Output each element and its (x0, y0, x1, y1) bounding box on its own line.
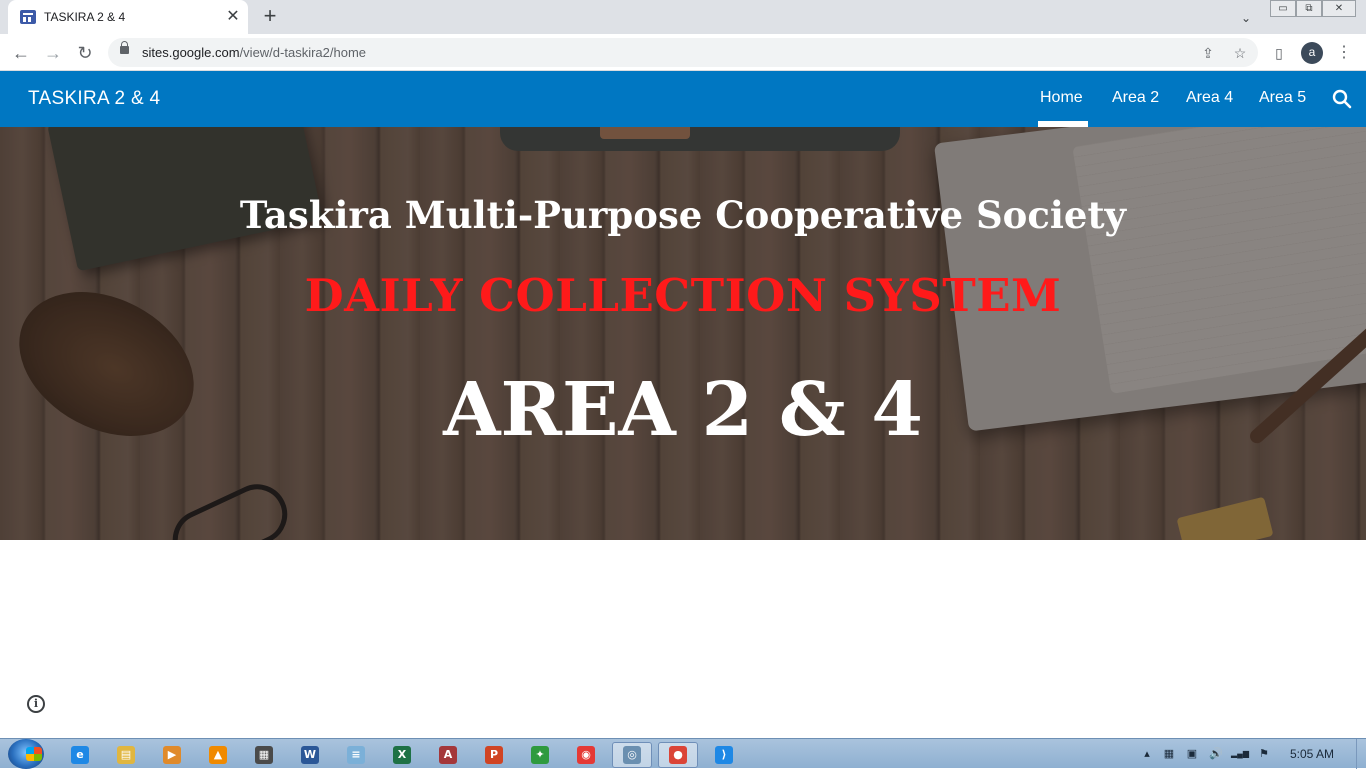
start-button[interactable] (8, 739, 44, 769)
windows-taskbar: e ▤ ▶ ▲ ▦ W ≡ X A P ✦ ◉ ◎ ● ⟩ ▴ ▦ ▣ 🔊 ▂▄▆ ⚑ 5:05 AM (0, 738, 1366, 769)
network-signal-icon[interactable]: ▂▄▆ (1230, 747, 1250, 761)
taskbar-app-internet-explorer[interactable]: e (60, 742, 100, 768)
nav-area-5[interactable]: Area 5 (1259, 89, 1306, 107)
info-icon[interactable]: i (27, 695, 45, 713)
show-desktop-button[interactable] (1356, 739, 1366, 769)
file-explorer-icon: ▤ (117, 746, 135, 764)
taskbar-app-word[interactable]: W (290, 742, 330, 768)
profile-avatar[interactable]: a (1301, 42, 1323, 64)
site-title[interactable]: TASKIRA 2 & 4 (28, 88, 160, 110)
security-tray-icon[interactable]: ▣ (1184, 747, 1200, 761)
keyboard-tray-icon[interactable]: ▦ (1161, 747, 1177, 761)
taskbar-app-network-app[interactable]: ◎ (612, 742, 652, 768)
site-header: TASKIRA 2 & 4 Home Area 2 Area 4 Area 5 (0, 71, 1366, 127)
taskbar-app-vscode[interactable]: ⟩ (704, 742, 744, 768)
organization-heading: Taskira Multi-Purpose Cooperative Societ… (239, 193, 1127, 237)
taskbar-app-notepad[interactable]: ≡ (336, 742, 376, 768)
taskbar-app-vlc[interactable]: ▲ (198, 742, 238, 768)
word-icon: W (301, 746, 319, 764)
media-player-icon: ▶ (163, 746, 181, 764)
nav-area-4[interactable]: Area 4 (1186, 89, 1233, 107)
nav-area-2[interactable]: Area 2 (1112, 89, 1159, 107)
access-icon: A (439, 746, 457, 764)
lock-icon[interactable] (120, 41, 129, 54)
action-center-flag-icon[interactable]: ⚑ (1256, 747, 1272, 761)
notepad-icon: ≡ (347, 746, 365, 764)
chrome-menu-icon[interactable]: ⋮ (1333, 42, 1355, 64)
url-path: /view/d-taskira2/home (239, 45, 367, 60)
taskbar-app-cleanup-tool[interactable]: ✦ (520, 742, 560, 768)
taskbar-app-access[interactable]: A (428, 742, 468, 768)
volume-icon[interactable]: 🔊 (1208, 747, 1224, 761)
tab-search-chevron-icon[interactable]: ⌄ (1236, 8, 1256, 28)
restore-button[interactable]: ⧉ (1296, 0, 1322, 17)
tab-title: TASKIRA 2 & 4 (44, 10, 126, 24)
hero-banner: Taskira Multi-Purpose Cooperative Societ… (0, 127, 1366, 540)
url-host: sites.google.com (142, 45, 240, 60)
area-heading: AREA 2 & 4 (443, 367, 923, 453)
nav-home[interactable]: Home (1040, 89, 1083, 107)
minimize-button[interactable]: ▭ (1270, 0, 1296, 17)
url-text[interactable]: sites.google.com/view/d-taskira2/home (142, 45, 366, 60)
side-panel-icon[interactable]: ▯ (1268, 42, 1290, 64)
taskbar-app-film-app[interactable]: ▦ (244, 742, 284, 768)
site-search-icon[interactable] (1330, 87, 1354, 111)
cleanup-tool-icon: ✦ (531, 746, 549, 764)
taskbar-app-anydesk[interactable]: ◉ (566, 742, 606, 768)
share-icon[interactable]: ⇪ (1197, 42, 1219, 64)
internet-explorer-icon: e (71, 746, 89, 764)
google-sites-favicon-icon (20, 10, 36, 24)
vscode-icon: ⟩ (715, 746, 733, 764)
taskbar-app-file-explorer[interactable]: ▤ (106, 742, 146, 768)
taskbar-app-excel[interactable]: X (382, 742, 422, 768)
anydesk-icon: ◉ (577, 746, 595, 764)
back-arrow-icon[interactable]: ← (8, 40, 34, 66)
chrome-icon: ● (669, 746, 687, 764)
bookmark-star-icon[interactable]: ☆ (1229, 42, 1251, 64)
new-tab-button[interactable]: + (258, 5, 282, 29)
show-hidden-icons-icon[interactable]: ▴ (1139, 747, 1155, 761)
forward-arrow-icon[interactable]: → (40, 40, 66, 66)
browser-tab-strip: TASKIRA 2 & 4 ✕ + ⌄ ▭ ⧉ ✕ (0, 0, 1366, 34)
excel-icon: X (393, 746, 411, 764)
taskbar-app-chrome[interactable]: ● (658, 742, 698, 768)
browser-tab[interactable]: TASKIRA 2 & 4 ✕ (8, 0, 248, 34)
taskbar-app-powerpoint[interactable]: P (474, 742, 514, 768)
taskbar-app-media-player[interactable]: ▶ (152, 742, 192, 768)
hero-overlay (0, 127, 1366, 540)
vlc-icon: ▲ (209, 746, 227, 764)
network-app-icon: ◎ (623, 746, 641, 764)
address-bar[interactable]: sites.google.com/view/d-taskira2/home ⇪ … (108, 38, 1258, 67)
powerpoint-icon: P (485, 746, 503, 764)
close-window-button[interactable]: ✕ (1322, 0, 1356, 17)
windows-logo-icon (26, 747, 42, 761)
tab-close-icon[interactable]: ✕ (222, 6, 244, 28)
reload-icon[interactable]: ↻ (72, 40, 98, 66)
film-app-icon: ▦ (255, 746, 273, 764)
browser-toolbar: ← → ↻ sites.google.com/view/d-taskira2/h… (0, 34, 1366, 71)
taskbar-clock[interactable]: 5:05 AM (1290, 747, 1334, 761)
system-heading: DAILY COLLECTION SYSTEM (304, 269, 1062, 322)
